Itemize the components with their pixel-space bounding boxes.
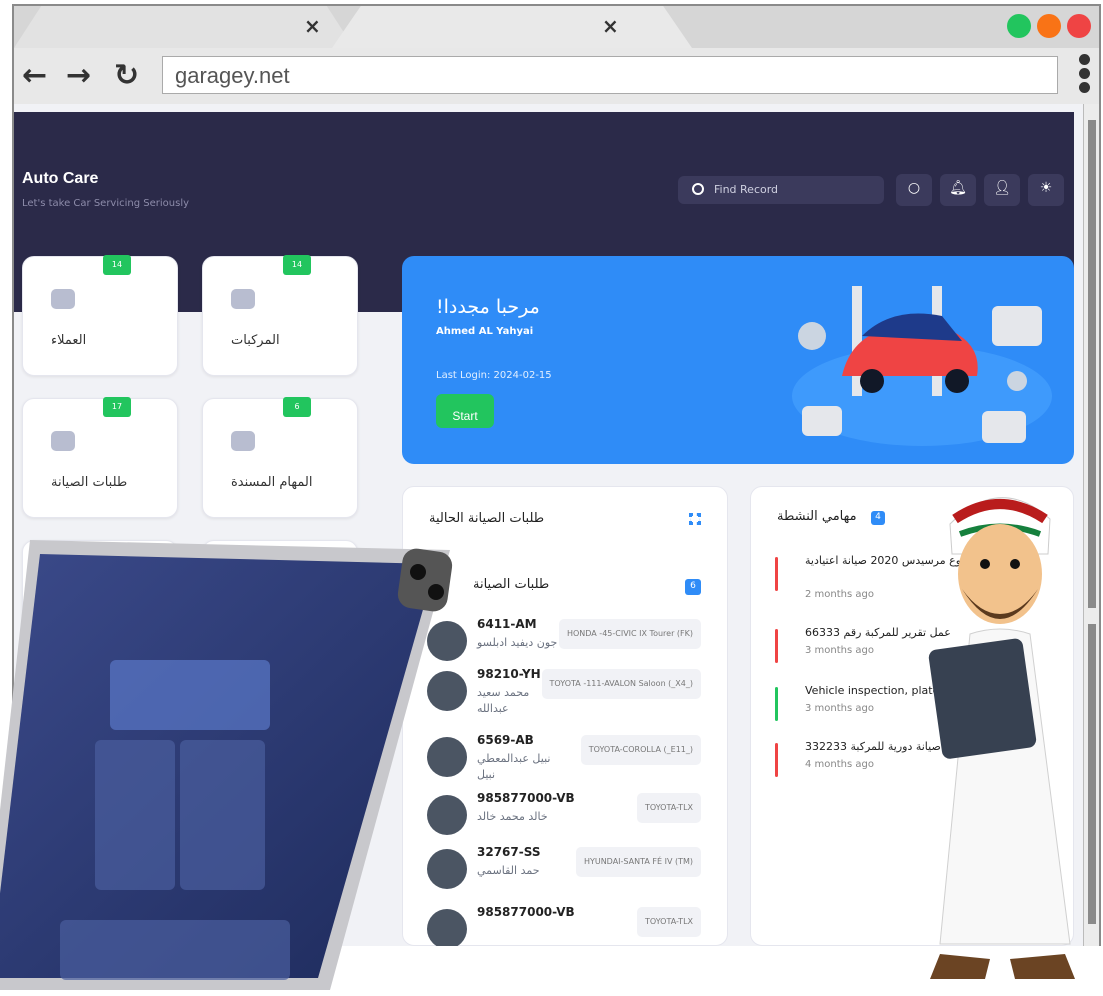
stat-card-assigned-tasks[interactable]: 6 المهام المسندة [202, 397, 358, 518]
search-icon [692, 183, 704, 195]
requests-count-badge: 6 [685, 579, 701, 595]
brand-tagline: Let's take Car Servicing Seriously [22, 198, 190, 209]
stat-count-badge: 14 [283, 255, 311, 275]
stat-card-maintenance-requests[interactable]: 17 طلبات الصيانة [22, 397, 178, 518]
task-time: 2 months ago [805, 589, 874, 600]
owner-name: حمد القاسمي [477, 864, 540, 877]
sun-icon: ☀ [1039, 180, 1053, 196]
plate-number: 6411-AM [477, 617, 537, 631]
character-illustration [928, 497, 1075, 979]
task-status-bar [775, 687, 778, 721]
bell-icon: 🔔︎ [949, 180, 967, 196]
welcome-banner: !مرحبا مجددا Ahmed AL Yahyai Last Login:… [402, 256, 1074, 464]
search-input[interactable]: Find Record [678, 176, 884, 204]
stat-label: المركبات [231, 333, 280, 348]
requests-subtitle: طلبات الصيانة [473, 577, 550, 592]
profile-button[interactable]: 👤︎ [984, 174, 1020, 206]
user-icon: 👤︎ [993, 180, 1011, 196]
browser-menu-icon[interactable] [1079, 54, 1091, 96]
address-bar[interactable]: garagey.net [162, 56, 1058, 94]
wrench-icon [51, 431, 75, 451]
garage-illustration [792, 286, 1052, 446]
users-icon [51, 289, 75, 309]
stat-label: العملاء [51, 333, 87, 348]
tab-close-icon[interactable]: × [602, 14, 619, 38]
vehicle-model: TOYOTA-COROLLA (_E11_) [580, 735, 701, 765]
start-button[interactable]: Start [436, 394, 494, 428]
maximize-dot[interactable] [1007, 14, 1031, 38]
stat-label: المهام المسندة [231, 475, 313, 490]
reload-icon[interactable]: ↻ [114, 58, 139, 93]
stat-count-badge: 14 [103, 255, 131, 275]
stat-count-badge: 6 [283, 397, 311, 417]
task-time: 4 months ago [805, 759, 874, 770]
vehicle-model: HYUNDAI-SANTA FÉ IV (TM) [575, 847, 701, 877]
task-time: 3 months ago [805, 703, 874, 714]
search-icon: ○ [907, 180, 921, 196]
tasks-count-badge: 4 [871, 511, 885, 525]
plate-number: 32767-SS [477, 845, 541, 859]
tablet-mockup [0, 540, 453, 990]
notification-button[interactable]: 🔔︎ [940, 174, 976, 206]
plate-number: 985877000-VB [477, 791, 575, 805]
theme-toggle-button[interactable]: ☀ [1028, 174, 1064, 206]
browser-tab-1[interactable]: × [14, 6, 354, 48]
task-time: 3 months ago [805, 645, 874, 656]
brand-name: Auto Care [22, 170, 99, 187]
stat-label: طلبات الصيانة [51, 475, 128, 490]
vehicle-model: TOYOTA-TLX [636, 793, 701, 823]
owner-name: نبيل عبدالمعطي نبيل [477, 752, 551, 781]
tasks-panel-title: مهامي النشطة [777, 509, 857, 524]
plate-number: 98210-YH [477, 667, 541, 681]
plate-number: 6569-AB [477, 733, 534, 747]
browser-tab-2[interactable]: × [332, 6, 692, 48]
stat-card-customers[interactable]: 14 العملاء [22, 255, 178, 376]
browser-toolbar: ← → ↻ garagey.net [14, 48, 1099, 104]
forward-arrow-icon[interactable]: → [66, 58, 91, 93]
vehicle-model: HONDA -45-CIVIC IX Tourer (FK) [558, 619, 701, 649]
close-dot[interactable] [1067, 14, 1091, 38]
user-name: Ahmed AL Yahyai [436, 326, 534, 337]
window-controls [1007, 14, 1091, 38]
last-login: Last Login: 2024-02-15 [436, 370, 552, 381]
vehicle-model: TOYOTA -111-AVALON Saloon (_X4_) [541, 669, 701, 699]
minimize-dot[interactable] [1037, 14, 1061, 38]
tab-close-icon[interactable]: × [304, 14, 321, 38]
welcome-title: !مرحبا مجددا [436, 296, 540, 318]
plate-number: 985877000-VB [477, 905, 575, 919]
grid-icon[interactable] [689, 513, 701, 525]
search-placeholder: Find Record [714, 183, 779, 196]
stat-card-vehicles[interactable]: 14 المركبات [202, 255, 358, 376]
search-button[interactable]: ○ [896, 174, 932, 206]
back-arrow-icon[interactable]: ← [22, 58, 47, 93]
check-icon [231, 431, 255, 451]
task-status-bar [775, 743, 778, 777]
owner-name: جون ديفيد ادبلسو [477, 636, 558, 649]
car-icon [231, 289, 255, 309]
task-status-bar [775, 557, 778, 591]
task-status-bar [775, 629, 778, 663]
owner-name: خالد محمد خالد [477, 810, 548, 823]
vehicle-model: TOYOTA-TLX [636, 907, 701, 937]
stat-count-badge: 17 [103, 397, 131, 417]
